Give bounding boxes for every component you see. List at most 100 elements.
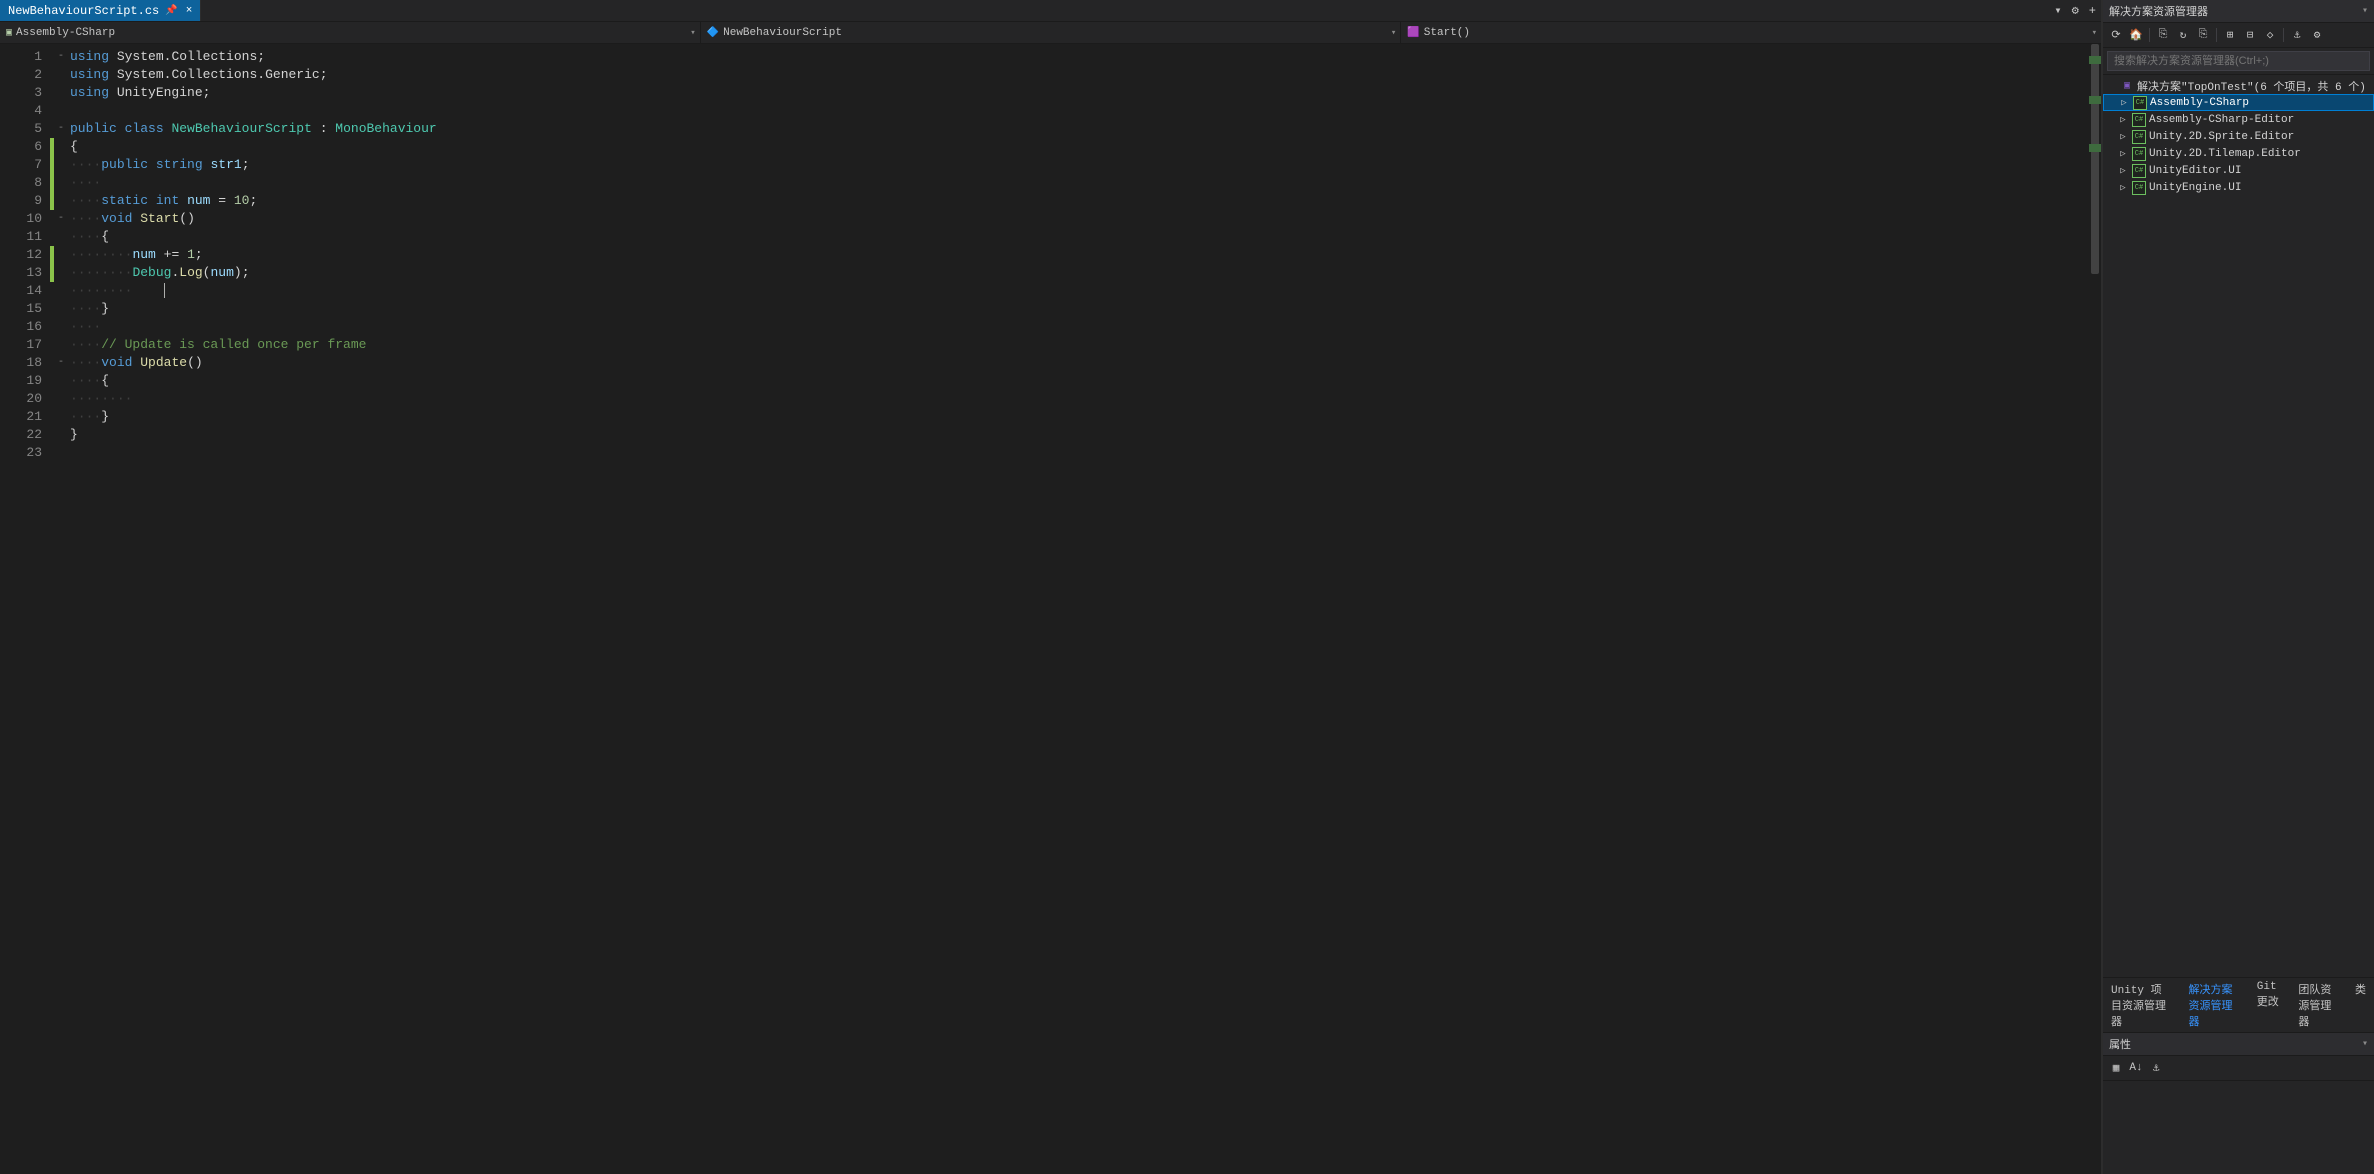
- close-icon[interactable]: ×: [186, 5, 193, 17]
- scrollbar-thumb[interactable]: [2091, 44, 2099, 274]
- csproj-icon: C#: [2132, 164, 2146, 178]
- solution-root-node[interactable]: ▣解决方案"TopOnTest"(6 个项目，共 6 个): [2103, 77, 2374, 94]
- pin-icon[interactable]: 📌: [165, 5, 177, 17]
- search-input[interactable]: [2107, 51, 2370, 71]
- breadcrumb-class[interactable]: 🔷 NewBehaviourScript ▾: [700, 22, 1401, 43]
- tab-newbehaviour[interactable]: NewBehaviourScript.cs 📌 ×: [0, 0, 201, 21]
- code-line[interactable]: ········: [70, 282, 2089, 300]
- expand-toggle-icon[interactable]: ▷: [2117, 166, 2129, 176]
- expand-toggle-icon[interactable]: ▷: [2117, 149, 2129, 159]
- project-label: Unity.2D.Sprite.Editor: [2149, 131, 2294, 143]
- code-line[interactable]: ····void Start(): [70, 210, 2089, 228]
- panel-tab[interactable]: Unity 项目资源管理器: [2103, 978, 2181, 1032]
- code-line[interactable]: ····}: [70, 408, 2089, 426]
- code-line[interactable]: ····{: [70, 228, 2089, 246]
- line-number: 3: [0, 84, 42, 102]
- toolbar-separator: [2283, 28, 2284, 42]
- project-label: Assembly-CSharp: [2150, 97, 2249, 109]
- line-number: 17: [0, 336, 42, 354]
- breadcrumb-project-label: Assembly-CSharp: [16, 27, 115, 39]
- toolbar-button-2[interactable]: ⎘: [2154, 26, 2172, 44]
- code-line[interactable]: ····public string str1;: [70, 156, 2089, 174]
- properties-header[interactable]: 属性 ▾: [2103, 1033, 2374, 1056]
- expand-toggle-icon[interactable]: ▷: [2118, 98, 2130, 108]
- toolbar-button-1[interactable]: 🏠: [2127, 26, 2145, 44]
- line-number: 10: [0, 210, 42, 228]
- code-line[interactable]: [70, 102, 2089, 120]
- chevron-down-icon: ▾: [690, 28, 695, 38]
- csproj-icon: C#: [2132, 130, 2146, 144]
- tab-settings-icon[interactable]: ⚙: [2067, 3, 2084, 18]
- prop-toolbar-button-0[interactable]: ▦: [2107, 1059, 2125, 1077]
- prop-toolbar-button-1[interactable]: A↓: [2127, 1059, 2145, 1077]
- fold-spacer: [54, 156, 68, 174]
- fold-toggle-minus-icon[interactable]: -: [54, 48, 68, 66]
- code-line[interactable]: [70, 444, 2089, 462]
- code-line[interactable]: }: [70, 426, 2089, 444]
- fold-spacer: [54, 426, 68, 444]
- code-line[interactable]: ····}: [70, 300, 2089, 318]
- toolbar-button-4[interactable]: ⎘: [2194, 26, 2212, 44]
- fold-toggle-minus-icon[interactable]: -: [54, 210, 68, 228]
- code-line[interactable]: ········Debug.Log(num);: [70, 264, 2089, 282]
- panel-tab[interactable]: 团队资源管理器: [2290, 978, 2347, 1032]
- csproj-icon: C#: [2132, 147, 2146, 161]
- fold-spacer: [54, 174, 68, 192]
- toolbar-button-3[interactable]: ↻: [2174, 26, 2192, 44]
- tab-dropdown-icon[interactable]: ▾: [2049, 3, 2066, 18]
- project-node[interactable]: ▷C#Assembly-CSharp-Editor: [2103, 111, 2374, 128]
- line-number: 9: [0, 192, 42, 210]
- project-node[interactable]: ▷C#Unity.2D.Sprite.Editor: [2103, 128, 2374, 145]
- fold-toggle-minus-icon[interactable]: -: [54, 354, 68, 372]
- expand-toggle-icon[interactable]: ▷: [2117, 132, 2129, 142]
- code-line[interactable]: {: [70, 138, 2089, 156]
- panel-tab[interactable]: 类: [2347, 978, 2374, 1032]
- fold-toggle-minus-icon[interactable]: -: [54, 120, 68, 138]
- code-line[interactable]: public class NewBehaviourScript : MonoBe…: [70, 120, 2089, 138]
- project-node[interactable]: ▷C#Unity.2D.Tilemap.Editor: [2103, 145, 2374, 162]
- toolbar-button-5[interactable]: ⊞: [2221, 26, 2239, 44]
- chevron-down-icon[interactable]: ▾: [2362, 5, 2368, 17]
- toolbar-button-0[interactable]: ⟳: [2107, 26, 2125, 44]
- project-node[interactable]: ▷C#UnityEngine.UI: [2103, 179, 2374, 196]
- toolbar-button-8[interactable]: ⚓: [2288, 26, 2306, 44]
- code-line[interactable]: using System.Collections.Generic;: [70, 66, 2089, 84]
- toolbar-button-7[interactable]: ◇: [2261, 26, 2279, 44]
- expand-toggle-icon[interactable]: ▷: [2117, 115, 2129, 125]
- expand-toggle-icon[interactable]: ▷: [2117, 183, 2129, 193]
- code-line[interactable]: using UnityEngine;: [70, 84, 2089, 102]
- toolbar-button-6[interactable]: ⊟: [2241, 26, 2259, 44]
- code-line[interactable]: ····static int num = 10;: [70, 192, 2089, 210]
- project-label: UnityEditor.UI: [2149, 165, 2241, 177]
- chevron-down-icon[interactable]: ▾: [2362, 1038, 2368, 1050]
- tab-bar: NewBehaviourScript.cs 📌 × ▾ ⚙ +: [0, 0, 2101, 22]
- fold-spacer: [54, 408, 68, 426]
- code-editor[interactable]: using System.Collections;using System.Co…: [68, 44, 2089, 1174]
- prop-toolbar-button-2[interactable]: ⚓: [2147, 1059, 2165, 1077]
- line-number: 14: [0, 282, 42, 300]
- breadcrumb-member[interactable]: 🟪 Start() ▾: [1400, 22, 2101, 43]
- toolbar-button-9[interactable]: ⚙: [2308, 26, 2326, 44]
- fold-spacer: [54, 246, 68, 264]
- code-line[interactable]: ····{: [70, 372, 2089, 390]
- fold-spacer: [54, 66, 68, 84]
- solution-explorer-header[interactable]: 解决方案资源管理器 ▾: [2103, 0, 2374, 23]
- line-number: 4: [0, 102, 42, 120]
- fold-gutter: - - - -: [54, 44, 68, 1174]
- code-line[interactable]: ····: [70, 318, 2089, 336]
- code-line[interactable]: ········num += 1;: [70, 246, 2089, 264]
- breadcrumb-project[interactable]: ▣ Assembly-CSharp ▾: [0, 22, 700, 43]
- code-line[interactable]: ········: [70, 390, 2089, 408]
- code-line[interactable]: ····: [70, 174, 2089, 192]
- code-line[interactable]: using System.Collections;: [70, 48, 2089, 66]
- code-line[interactable]: ····// Update is called once per frame: [70, 336, 2089, 354]
- panel-tab[interactable]: 解决方案资源管理器: [2181, 978, 2249, 1032]
- vertical-scrollbar[interactable]: [2089, 44, 2101, 1174]
- code-line[interactable]: ····void Update(): [70, 354, 2089, 372]
- tab-add-icon[interactable]: +: [2084, 4, 2101, 18]
- tab-label: NewBehaviourScript.cs: [8, 4, 159, 18]
- project-node[interactable]: ▷C#Assembly-CSharp: [2103, 94, 2374, 111]
- project-node[interactable]: ▷C#UnityEditor.UI: [2103, 162, 2374, 179]
- panel-tab[interactable]: Git 更改: [2249, 978, 2291, 1032]
- csproj-icon: C#: [2132, 113, 2146, 127]
